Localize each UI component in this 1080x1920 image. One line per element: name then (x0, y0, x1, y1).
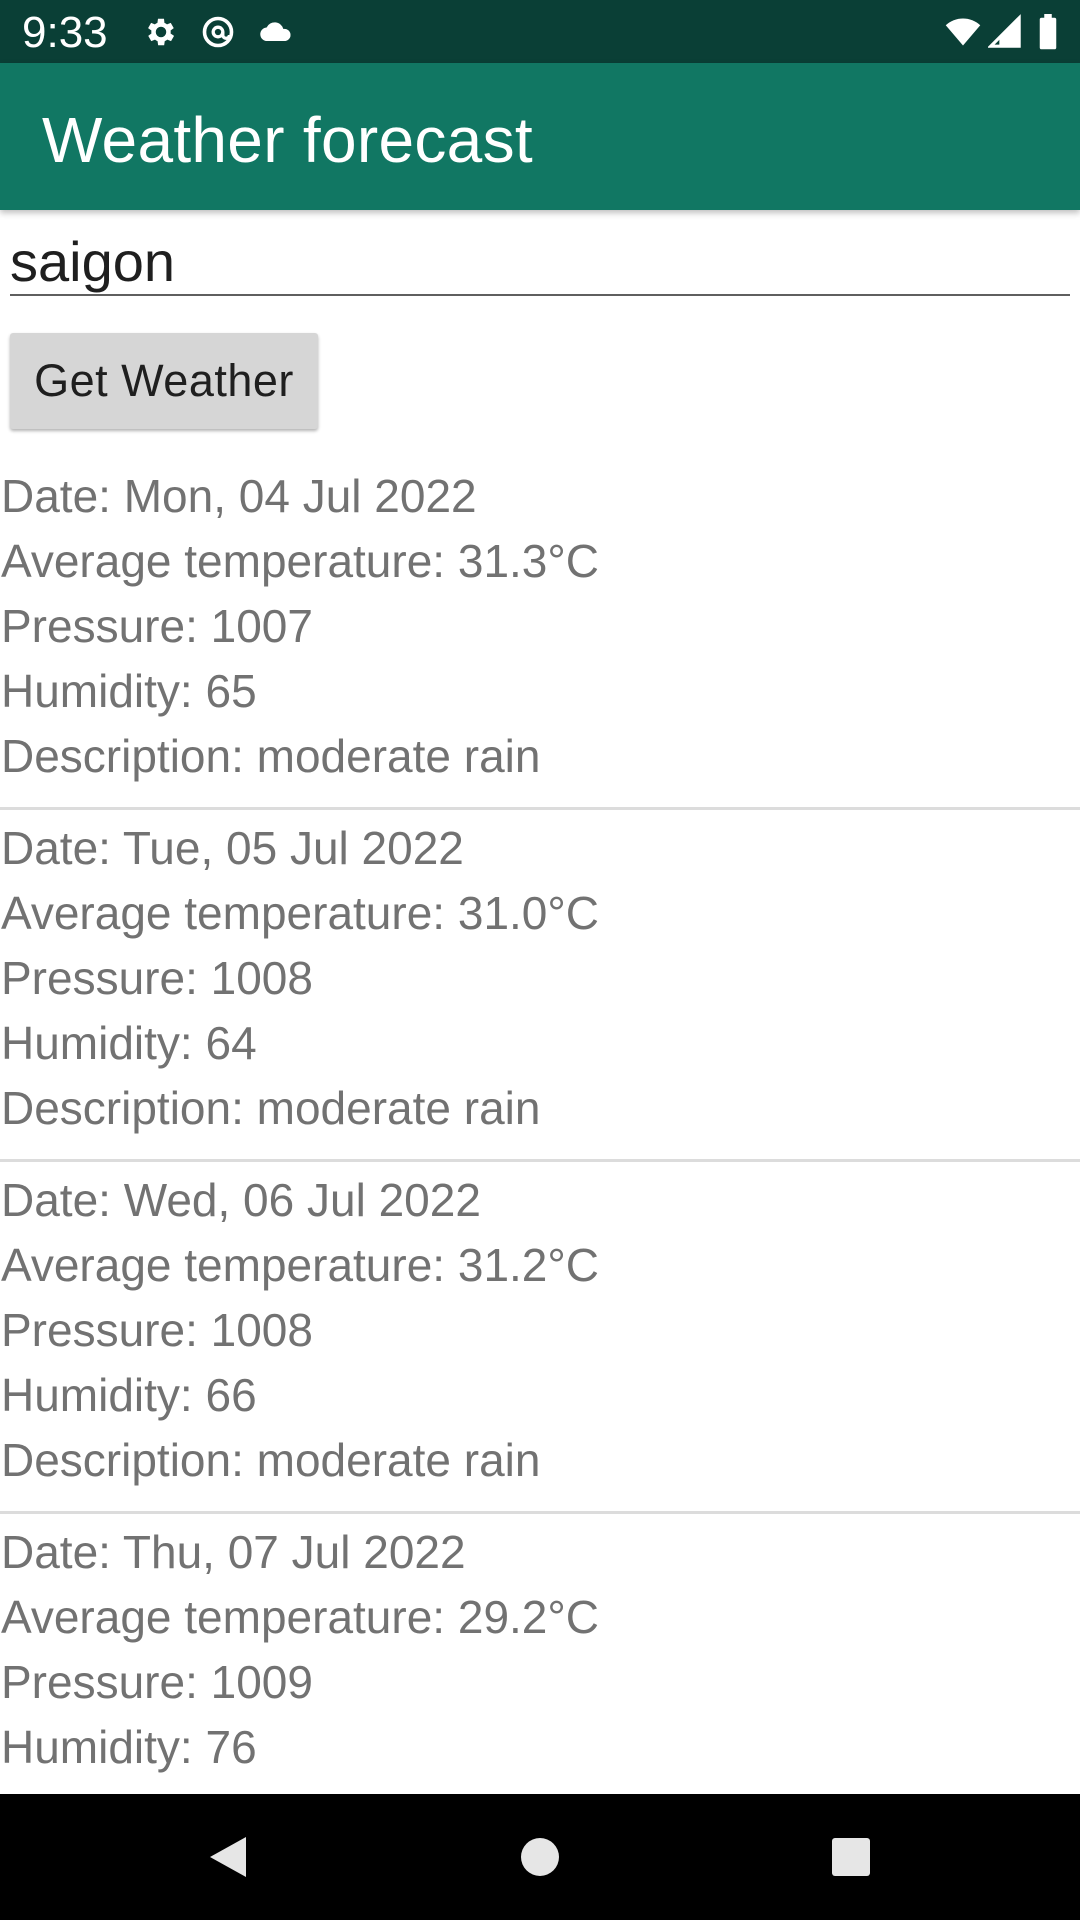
forecast-date: Date: Mon, 04 Jul 2022 (1, 470, 477, 522)
forecast-pressure: Pressure: 1008 (1, 952, 313, 1004)
status-bar: 9:33 (0, 0, 1080, 63)
recents-icon[interactable] (781, 1794, 921, 1920)
forecast-humidity: Humidity: 66 (1, 1369, 257, 1421)
forecast-temperature: Average temperature: 29.2°C (1, 1591, 599, 1643)
forecast-description: Description: moderate rain (1, 730, 541, 782)
forecast-temperature: Average temperature: 31.3°C (1, 535, 599, 587)
back-icon[interactable] (158, 1794, 298, 1920)
forecast-list[interactable]: Date: Mon, 04 Jul 2022 Average temperatu… (0, 458, 1080, 1866)
forecast-description: Description: moderate rain (1, 1082, 541, 1134)
forecast-date: Date: Wed, 06 Jul 2022 (1, 1174, 481, 1226)
cloud-icon (256, 14, 294, 50)
battery-icon (1036, 14, 1060, 50)
forecast-temperature: Average temperature: 31.2°C (1, 1239, 599, 1291)
settings-icon (142, 14, 180, 50)
wifi-icon (942, 14, 984, 50)
forecast-pressure: Pressure: 1008 (1, 1304, 313, 1356)
forecast-item[interactable]: Date: Tue, 05 Jul 2022 Average temperatu… (0, 810, 1080, 1162)
app-bar: Weather forecast (0, 63, 1080, 210)
forecast-pressure: Pressure: 1009 (1, 1656, 313, 1708)
app-title: Weather forecast (42, 104, 533, 176)
screen: 9:33 Weather forecast Get Weather Date: … (0, 0, 1080, 1920)
cell-signal-icon (988, 14, 1022, 50)
get-weather-button[interactable]: Get Weather (10, 333, 318, 429)
nav-bar (0, 1794, 1080, 1920)
forecast-humidity: Humidity: 64 (1, 1017, 257, 1069)
forecast-description: Description: moderate rain (1, 1434, 541, 1486)
forecast-date: Date: Tue, 05 Jul 2022 (1, 822, 464, 874)
forecast-humidity: Humidity: 65 (1, 665, 257, 717)
at-sign-icon (199, 14, 237, 50)
status-time: 9:33 (22, 8, 108, 57)
forecast-temperature: Average temperature: 31.0°C (1, 887, 599, 939)
forecast-pressure: Pressure: 1007 (1, 600, 313, 652)
forecast-date: Date: Thu, 07 Jul 2022 (1, 1526, 466, 1578)
forecast-item[interactable]: Date: Wed, 06 Jul 2022 Average temperatu… (0, 1162, 1080, 1514)
forecast-humidity: Humidity: 76 (1, 1721, 257, 1773)
city-input[interactable] (10, 228, 1070, 296)
home-icon[interactable] (470, 1794, 610, 1920)
forecast-item[interactable]: Date: Mon, 04 Jul 2022 Average temperatu… (0, 458, 1080, 810)
